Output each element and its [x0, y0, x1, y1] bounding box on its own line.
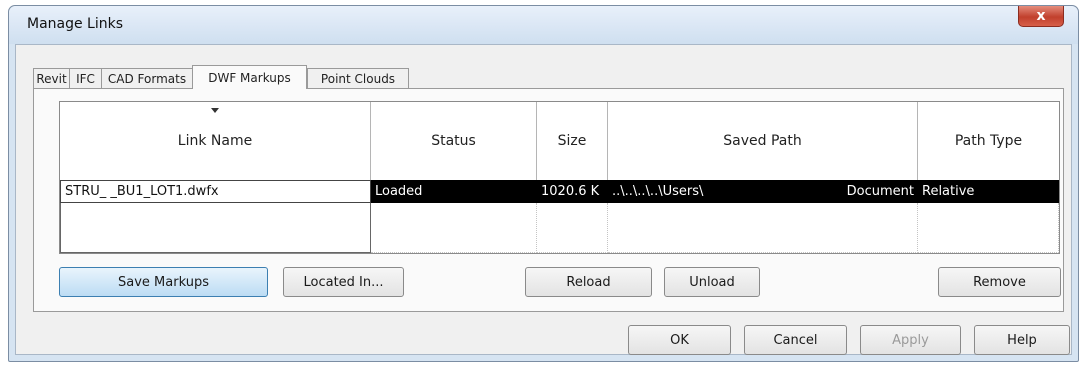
manage-links-dialog: Manage Links x Revit IFC CAD Formats DWF…: [8, 5, 1079, 362]
dialog-client-area: Revit IFC CAD Formats DWF Markups Point …: [15, 44, 1072, 355]
close-button[interactable]: x: [1018, 6, 1064, 27]
column-header-saved-path[interactable]: Saved Path: [608, 102, 918, 180]
column-header-size[interactable]: Size: [537, 102, 608, 180]
tab-revit[interactable]: Revit: [33, 68, 70, 88]
apply-button[interactable]: Apply: [860, 325, 961, 355]
remove-button[interactable]: Remove: [938, 267, 1061, 297]
cell-status[interactable]: Loaded: [371, 180, 537, 203]
dwf-markups-panel: Link Name Status Size Saved Path Path Ty…: [33, 88, 1064, 312]
cell-empty-size[interactable]: [537, 203, 608, 253]
reload-button[interactable]: Reload: [525, 267, 652, 297]
sort-arrow-icon: [211, 108, 219, 113]
save-markups-button[interactable]: Save Markups: [59, 267, 268, 297]
table-header: Link Name Status Size Saved Path Path Ty…: [60, 102, 1059, 181]
saved-path-prefix: ..\..\..\..\Users\: [612, 184, 704, 199]
cell-path-type[interactable]: Relative: [918, 180, 1059, 203]
cell-empty-path[interactable]: [608, 203, 918, 253]
cell-size[interactable]: 1020.6 K: [537, 180, 608, 203]
column-header-path-type[interactable]: Path Type: [918, 102, 1059, 180]
ok-button[interactable]: OK: [628, 325, 731, 355]
cell-empty-path-type[interactable]: [918, 203, 1059, 253]
links-table: Link Name Status Size Saved Path Path Ty…: [59, 101, 1060, 254]
cell-link-name[interactable]: STRU_ _BU1_LOT1.dwfx: [60, 180, 371, 203]
table-row-empty[interactable]: [60, 203, 1059, 253]
close-icon: x: [1036, 8, 1046, 24]
help-button[interactable]: Help: [974, 325, 1070, 355]
tab-ifc[interactable]: IFC: [69, 68, 102, 88]
cell-empty-name[interactable]: [60, 203, 371, 253]
title-bar[interactable]: Manage Links x: [9, 6, 1078, 44]
dialog-title: Manage Links: [27, 16, 124, 32]
column-header-link-name[interactable]: Link Name: [60, 102, 371, 180]
unload-button[interactable]: Unload: [664, 267, 760, 297]
table-row[interactable]: STRU_ _BU1_LOT1.dwfx Loaded 1020.6 K ..\…: [60, 180, 1059, 203]
column-header-status[interactable]: Status: [371, 102, 537, 180]
located-in-button[interactable]: Located In...: [283, 267, 404, 297]
tab-point-clouds[interactable]: Point Clouds: [307, 68, 409, 88]
cell-empty-status[interactable]: [371, 203, 537, 253]
cell-saved-path[interactable]: ..\..\..\..\Users\ Document: [608, 180, 918, 203]
saved-path-suffix: Document: [846, 184, 914, 199]
tab-cad-formats[interactable]: CAD Formats: [101, 68, 193, 88]
tab-dwf-markups[interactable]: DWF Markups: [192, 65, 307, 89]
cancel-button[interactable]: Cancel: [744, 325, 847, 355]
